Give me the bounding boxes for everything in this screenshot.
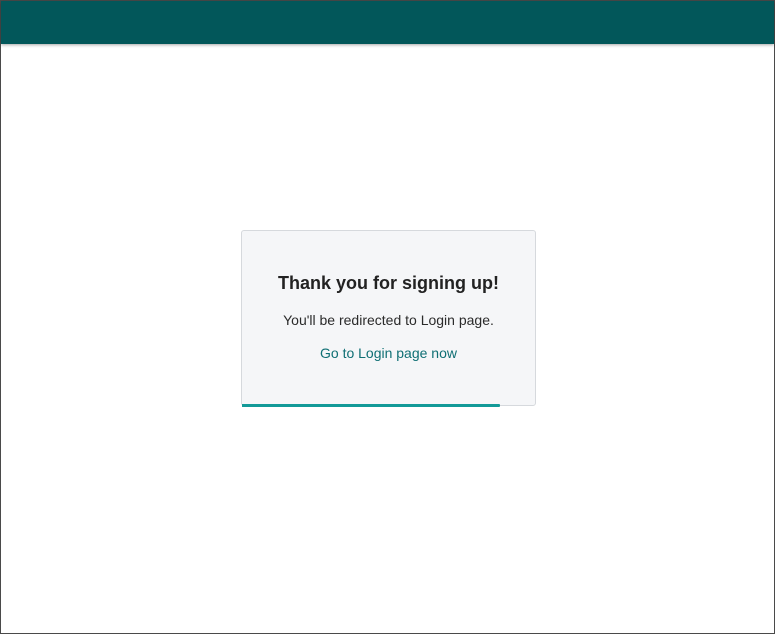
redirect-progress-bar (242, 404, 535, 407)
redirect-progress-fill (242, 404, 500, 407)
browser-viewport: Thank you for signing up! You'll be redi… (0, 0, 775, 634)
go-to-login-link[interactable]: Go to Login page now (242, 344, 535, 362)
redirect-message: You'll be redirected to Login page. (283, 312, 494, 328)
signup-success-card: Thank you for signing up! You'll be redi… (241, 230, 536, 407)
card-title: Thank you for signing up! (278, 273, 499, 293)
header-bar (1, 1, 774, 44)
